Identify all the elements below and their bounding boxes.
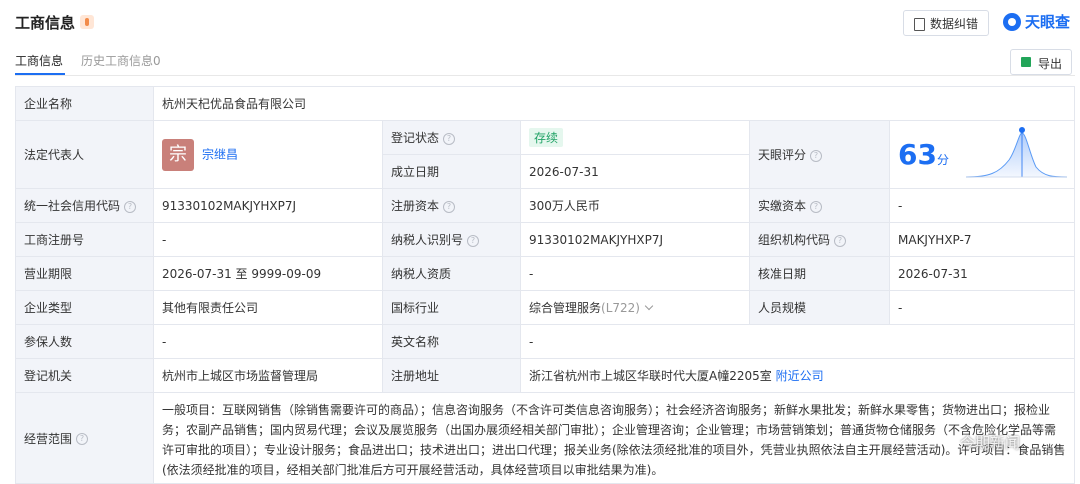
table-row: 企业类型 其他有限责任公司 国标行业 综合管理服务(L722) 人员规模 - xyxy=(15,290,1076,325)
table-row: 法定代表人 宗宗继昌 登记状态? 存续 天眼评分? 63分 xyxy=(15,120,1076,189)
legal-rep-link[interactable]: 宗继昌 xyxy=(202,147,238,161)
help-icon[interactable]: ? xyxy=(124,200,137,213)
insured-value: - xyxy=(153,324,383,359)
term-label: 营业期限 xyxy=(15,256,154,291)
industry-code: (L722) xyxy=(601,301,640,315)
brand-name: 天眼查 xyxy=(1025,13,1071,31)
address-cell: 浙江省杭州市上城区华联时代大厦A幢2205室 附近公司 xyxy=(519,358,1076,393)
page-title: 工商信息 xyxy=(15,14,76,32)
help-icon[interactable]: ? xyxy=(467,234,480,247)
est-date-label: 成立日期 xyxy=(382,154,521,189)
table-row: 登记机关 杭州市上城区市场监督管理局 注册地址 浙江省杭州市上城区华联时代大厦A… xyxy=(15,358,1076,393)
document-icon xyxy=(914,18,925,31)
help-icon[interactable]: ? xyxy=(443,132,456,145)
industry-value: 综合管理服务 xyxy=(529,301,602,315)
staff-size-value: - xyxy=(888,290,1076,325)
nearby-companies-link[interactable]: 附近公司 xyxy=(776,369,824,383)
scope-label-cell: 经营范围? xyxy=(15,392,154,484)
eye-icon xyxy=(1003,13,1021,31)
est-date-value: 2026-07-31 xyxy=(520,154,750,189)
scope-label: 经营范围 xyxy=(24,431,73,446)
score-value: 63 xyxy=(898,138,937,171)
help-icon[interactable]: ? xyxy=(443,200,456,213)
paid-capital-value: - xyxy=(888,188,1076,223)
taxpayer-id-value: 91330102MAKJYHXP7J xyxy=(520,222,750,257)
status-badge: 存续 xyxy=(529,128,564,147)
tab-history-business-info[interactable]: 历史工商信息0 xyxy=(81,52,161,69)
score-unit: 分 xyxy=(936,153,949,167)
authority-label: 登记机关 xyxy=(15,358,154,393)
approve-date-value: 2026-07-31 xyxy=(888,256,1076,291)
data-correction-label: 数据纠错 xyxy=(930,17,979,31)
insured-label: 参保人数 xyxy=(15,324,154,359)
paid-capital-label-cell: 实缴资本? xyxy=(749,188,890,223)
taxpayer-qual-label: 纳税人资质 xyxy=(382,256,521,291)
table-row: 统一社会信用代码? 91330102MAKJYHXP7J 注册资本? 300万人… xyxy=(15,188,1076,223)
tabs-divider xyxy=(15,75,1075,76)
export-button[interactable]: 导出 xyxy=(1010,49,1072,75)
help-icon[interactable]: ? xyxy=(810,200,823,213)
data-correction-button[interactable]: 数据纠错 xyxy=(903,10,989,36)
org-code-value: MAKJYHXP-7 xyxy=(888,222,1076,257)
legal-rep-label: 法定代表人 xyxy=(15,120,154,189)
english-name-label: 英文名称 xyxy=(382,324,521,359)
company-type-label: 企业类型 xyxy=(15,290,154,325)
approve-date-label: 核准日期 xyxy=(749,256,890,291)
english-name-value: - xyxy=(519,324,1076,359)
table-row: 经营范围? 一般项目：互联网销售（除销售需要许可的商品）；信息咨询服务（不含许可… xyxy=(15,392,1076,484)
legal-rep-cell: 宗宗继昌 xyxy=(153,120,383,189)
score-cell[interactable]: 63分 xyxy=(888,120,1076,189)
credit-code-value: 91330102MAKJYHXP7J xyxy=(153,188,383,223)
score-label-cell: 天眼评分? xyxy=(749,120,890,189)
term-value: 2026-07-31 至 9999-09-09 xyxy=(153,256,383,291)
help-icon[interactable]: ? xyxy=(76,433,89,445)
reg-capital-label: 注册资本 xyxy=(391,199,440,213)
score-label: 天眼评分 xyxy=(758,148,807,162)
credit-code-label: 统一社会信用代码 xyxy=(24,199,121,213)
export-label: 导出 xyxy=(1038,57,1063,71)
org-code-label-cell: 组织机构代码? xyxy=(749,222,890,257)
org-code-label: 组织机构代码 xyxy=(758,233,831,247)
reg-status-label: 登记状态 xyxy=(391,131,440,145)
help-icon[interactable]: ? xyxy=(810,149,823,162)
staff-size-label: 人员规模 xyxy=(749,290,890,325)
table-row: 工商注册号 - 纳税人识别号? 91330102MAKJYHXP7J 组织机构代… xyxy=(15,222,1076,257)
paid-capital-label: 实缴资本 xyxy=(758,199,807,213)
excel-icon xyxy=(1021,57,1031,67)
active-tab-indicator xyxy=(15,73,65,75)
biz-reg-no-value: - xyxy=(153,222,383,257)
address-label: 注册地址 xyxy=(382,358,521,393)
reg-status-label-cell: 登记状态? xyxy=(382,120,521,155)
scope-value: 一般项目：互联网销售（除销售需要许可的商品）；信息咨询服务（不含许可类信息咨询服… xyxy=(152,392,1076,484)
watermark: 今期新闻 xyxy=(960,434,1021,452)
badge-icon xyxy=(80,15,94,29)
authority-value: 杭州市上城区市场监督管理局 xyxy=(153,358,383,393)
score-distribution-chart xyxy=(965,127,1068,178)
company-name-label: 企业名称 xyxy=(15,86,154,121)
business-info-table: 企业名称 杭州天杞优品食品有限公司 法定代表人 宗宗继昌 登记状态? 存续 天眼… xyxy=(15,86,1076,484)
table-row: 参保人数 - 英文名称 - xyxy=(15,324,1076,359)
table-row: 营业期限 2026-07-31 至 9999-09-09 纳税人资质 - 核准日… xyxy=(15,256,1076,291)
chevron-down-icon[interactable] xyxy=(644,301,654,311)
credit-code-label-cell: 统一社会信用代码? xyxy=(15,188,154,223)
reg-capital-value: 300万人民币 xyxy=(520,188,750,223)
table-row: 企业名称 杭州天杞优品食品有限公司 xyxy=(15,86,1076,121)
biz-reg-no-label: 工商注册号 xyxy=(15,222,154,257)
company-name-value: 杭州天杞优品食品有限公司 xyxy=(152,86,1076,121)
taxpayer-id-label-cell: 纳税人识别号? xyxy=(382,222,521,257)
taxpayer-qual-value: - xyxy=(520,256,750,291)
tab-business-info[interactable]: 工商信息 xyxy=(15,52,63,69)
reg-capital-label-cell: 注册资本? xyxy=(382,188,521,223)
help-icon[interactable]: ? xyxy=(834,234,847,247)
reg-status-cell: 存续 xyxy=(520,120,750,155)
industry-label: 国标行业 xyxy=(382,290,521,325)
company-type-value: 其他有限责任公司 xyxy=(153,290,383,325)
address-value: 浙江省杭州市上城区华联时代大厦A幢2205室 xyxy=(529,369,772,383)
taxpayer-id-label: 纳税人识别号 xyxy=(391,233,464,247)
avatar[interactable]: 宗 xyxy=(162,138,194,171)
industry-cell[interactable]: 综合管理服务(L722) xyxy=(520,290,750,325)
